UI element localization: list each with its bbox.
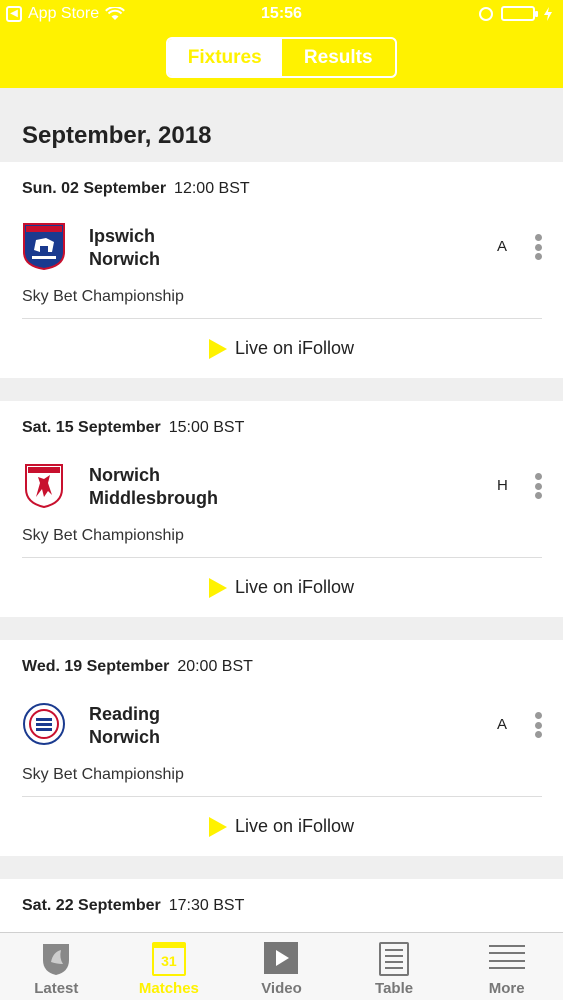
- venue-indicator: H: [497, 477, 508, 494]
- orientation-lock-icon: [479, 6, 493, 21]
- fixture-card[interactable]: Sun. 02 September 12:00 BST Ipswich Norwi…: [0, 162, 563, 378]
- home-team: Ipswich: [89, 226, 156, 246]
- tab-label: Latest: [34, 980, 79, 997]
- divider: [22, 796, 542, 797]
- fixture-datetime: Sat. 22 September 17:30 BST: [22, 897, 244, 915]
- charging-icon: [544, 6, 552, 21]
- fixture-teams: Reading Norwich: [89, 703, 160, 749]
- status-bar: ◀ App Store 15:56: [0, 0, 563, 30]
- tab-more[interactable]: More: [450, 933, 563, 1000]
- fixture-datetime: Wed. 19 September 20:00 BST: [22, 658, 253, 676]
- tab-matches[interactable]: 31 Matches: [113, 933, 226, 1000]
- table-list-icon: [379, 942, 410, 976]
- tab-label: Matches: [138, 980, 199, 997]
- fixture-card[interactable]: Sat. 22 September 17:30 BST: [0, 879, 563, 939]
- club-crest-icon: [43, 944, 70, 975]
- calendar-icon: 31: [151, 942, 186, 976]
- fixtures-results-toggle: Fixtures Results: [166, 37, 397, 78]
- live-on-ifollow-button[interactable]: Live on iFollow: [0, 338, 563, 359]
- live-on-ifollow-button[interactable]: Live on iFollow: [0, 816, 563, 837]
- tab-label: Video: [261, 980, 302, 997]
- fixture-date: Sun. 02 September: [22, 180, 167, 197]
- header: ◀ App Store 15:56 Fixtures Results: [0, 0, 563, 88]
- play-icon: [208, 816, 227, 837]
- bottom-tab-bar: Latest 31 Matches Video Table More: [0, 932, 563, 1000]
- tab-label: More: [488, 980, 525, 997]
- fixture-time: 12:00 BST: [174, 180, 250, 197]
- fixture-datetime: Sat. 15 September 15:00 BST: [22, 419, 244, 437]
- middlesbrough-crest-icon: [25, 464, 63, 509]
- live-label: Live on iFollow: [234, 816, 355, 836]
- tab-fixtures[interactable]: Fixtures: [168, 39, 282, 76]
- reading-crest-icon: [23, 703, 65, 745]
- fixture-card[interactable]: Sat. 15 September 15:00 BST Norwich Middl…: [0, 401, 563, 617]
- away-team: Norwich: [89, 249, 161, 269]
- play-icon: [208, 338, 227, 359]
- fixture-teams: Ipswich Norwich: [89, 225, 160, 271]
- tab-label: Table: [375, 980, 414, 997]
- more-options-icon[interactable]: [533, 473, 543, 499]
- venue-indicator: A: [497, 716, 508, 733]
- home-team: Norwich: [89, 465, 161, 485]
- competition-name: Sky Bet Championship: [22, 288, 184, 305]
- away-team: Middlesbrough: [89, 488, 218, 508]
- home-team: Reading: [89, 704, 161, 724]
- competition-name: Sky Bet Championship: [22, 766, 184, 783]
- fixture-date: Wed. 19 September: [22, 658, 170, 675]
- video-play-icon: [264, 942, 299, 974]
- tab-results[interactable]: Results: [282, 39, 396, 76]
- away-team: Norwich: [89, 727, 161, 747]
- battery-icon: [501, 6, 538, 21]
- divider: [22, 557, 542, 558]
- live-label: Live on iFollow: [234, 338, 355, 358]
- play-icon: [208, 577, 227, 598]
- fixture-card[interactable]: Wed. 19 September 20:00 BST Reading Norwi…: [0, 640, 563, 856]
- fixture-time: 17:30 BST: [168, 897, 245, 914]
- tab-latest[interactable]: Latest: [0, 933, 113, 1000]
- fixture-datetime: Sun. 02 September 12:00 BST: [22, 180, 250, 198]
- fixture-teams: Norwich Middlesbrough: [89, 464, 218, 510]
- fixture-time: 20:00 BST: [177, 658, 253, 675]
- ipswich-crest-icon: [23, 223, 65, 270]
- tab-video[interactable]: Video: [225, 933, 338, 1000]
- competition-name: Sky Bet Championship: [22, 527, 184, 544]
- live-on-ifollow-button[interactable]: Live on iFollow: [0, 577, 563, 598]
- tab-table[interactable]: Table: [338, 933, 451, 1000]
- fixture-date: Sat. 22 September: [22, 897, 161, 914]
- hamburger-menu-icon: [488, 942, 525, 972]
- fixture-date: Sat. 15 September: [22, 419, 161, 436]
- fixture-time: 15:00 BST: [168, 419, 245, 436]
- live-label: Live on iFollow: [234, 577, 355, 597]
- venue-indicator: A: [497, 238, 508, 255]
- more-options-icon[interactable]: [533, 712, 543, 738]
- more-options-icon[interactable]: [533, 234, 543, 260]
- month-title: September, 2018: [22, 122, 212, 149]
- divider: [22, 318, 542, 319]
- status-right: [479, 6, 553, 21]
